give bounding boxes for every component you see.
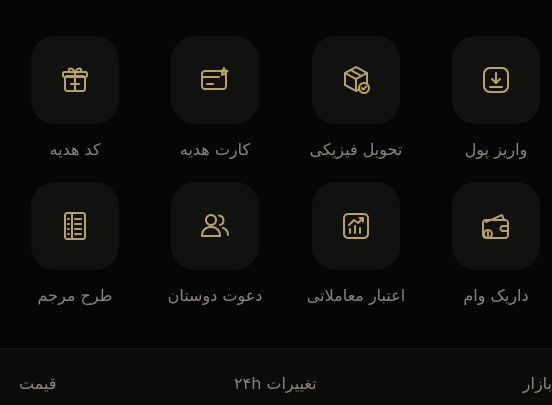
menu-item-plan[interactable]: طرح مرجم [10,0,140,305]
deposit-label: واریز پول [464,140,528,159]
darik-loan-label: داریک وام [463,286,529,305]
darik-loan-tile[interactable] [452,182,540,270]
plan-label: طرح مرجم [37,286,113,305]
document-list-icon [64,212,86,240]
menu-item-trading-credit[interactable]: اعتبار معاملاتی [291,0,421,305]
invite-friends-label: دعوت دوستان [167,286,263,305]
price-column-header[interactable]: قیمت [19,374,56,393]
wallet-card-icon [482,214,509,239]
market-table-header: بازار تغییرات ۲۴h قیمت [0,348,552,405]
menu-item-darik-loan[interactable]: داریک وام [431,0,552,305]
menu-item-invite-friends[interactable]: دعوت دوستان [150,0,280,305]
trading-credit-label: اعتبار معاملاتی [306,286,406,305]
plan-tile[interactable] [31,182,119,270]
services-grid: کد هدیه کارت هدیه تحویل فیزیکی واریز پول… [0,0,552,340]
physical-delivery-label: تحویل فیزیکی [309,140,403,159]
change-24h-column-header[interactable]: تغییرات ۲۴h [234,374,317,393]
market-column-header[interactable]: بازار [523,374,552,393]
trading-credit-tile[interactable] [312,182,400,270]
gift-card-label: کارت هدیه [179,140,251,159]
users-icon [201,214,229,237]
invite-friends-tile[interactable] [171,182,259,270]
chart-growth-icon [343,213,369,239]
gift-code-label: کد هدیه [49,140,101,159]
